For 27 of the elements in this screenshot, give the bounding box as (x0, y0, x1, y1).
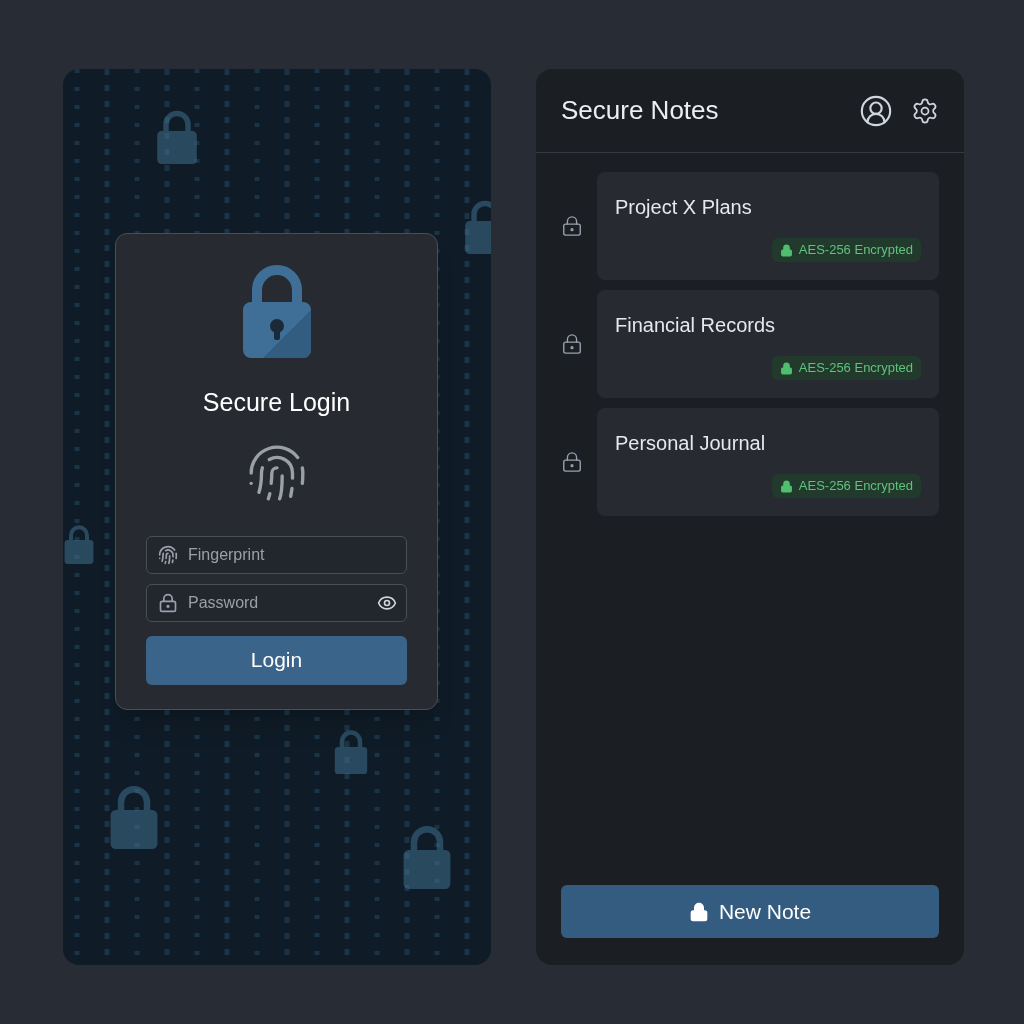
badge-text: AES-256 Encrypted (798, 241, 913, 260)
note-card[interactable]: Personal Journal AES-256 Encrypted (597, 408, 939, 516)
badge-text: AES-256 Encrypted (798, 477, 913, 496)
note-card[interactable]: Financial Records AES-256 Encrypted (597, 290, 939, 398)
note-card[interactable]: Project X Plans AES-256 Encrypted (597, 172, 939, 280)
lock-icon (779, 361, 793, 375)
new-note-button[interactable]: New Note (561, 885, 939, 938)
lock-icon (242, 264, 311, 358)
note-title: Project X Plans (615, 195, 753, 220)
note-title: Financial Records (615, 313, 777, 338)
login-title: Secure Login (202, 387, 351, 418)
badge-text: AES-256 Encrypted (798, 359, 913, 378)
panel-title: Secure Notes (561, 94, 720, 127)
lock-icon (158, 592, 178, 613)
lock-icon (779, 479, 793, 493)
settings-icon[interactable] (911, 96, 939, 125)
input-field[interactable]: Password (146, 583, 407, 622)
input-field[interactable]: Fingerprint (146, 535, 407, 574)
lock-icon (779, 243, 793, 257)
note-title: Personal Journal (615, 431, 767, 456)
fingerprint-icon (158, 544, 178, 565)
lock-icon (688, 901, 709, 922)
login-button[interactable]: Login (146, 635, 407, 685)
lock-icon (561, 214, 583, 238)
lock-icon (561, 332, 583, 356)
lock-icon (561, 450, 583, 474)
profile-icon[interactable] (859, 93, 893, 128)
